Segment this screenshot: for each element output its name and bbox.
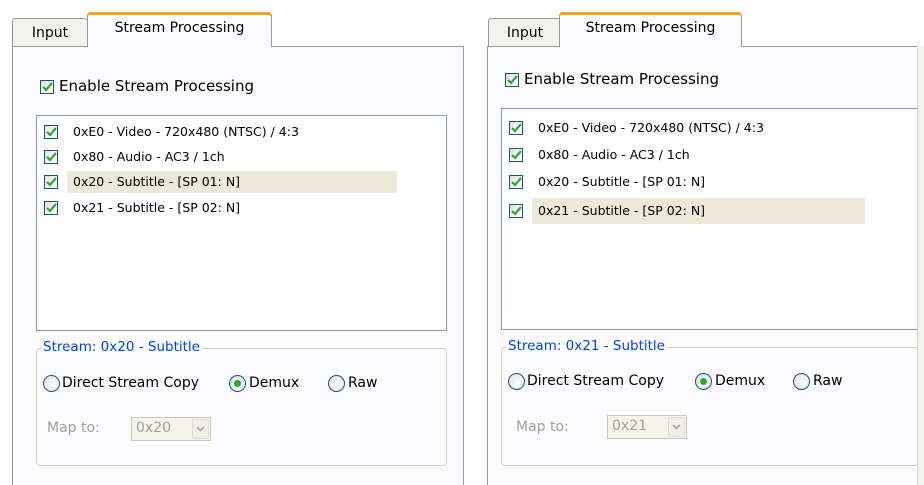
direct-stream-copy-label: Direct Stream Copy	[62, 375, 199, 391]
map-to-combobox[interactable]: 0x21	[607, 415, 687, 439]
checkmark-icon	[45, 203, 57, 213]
raw-radio[interactable]	[793, 373, 810, 390]
tab-input-label: Input	[31, 24, 69, 41]
stream-checkbox[interactable]	[509, 204, 523, 218]
list-item[interactable]: 0x20 - Subtitle - [SP 01: N]	[502, 171, 918, 193]
map-to-label: Map to:	[47, 420, 100, 436]
checkmark-icon	[510, 206, 522, 216]
map-to-label: Map to:	[516, 419, 569, 435]
enable-stream-processing-label: Enable Stream Processing	[524, 70, 719, 88]
tab-stream-processing-label: Stream Processing	[585, 20, 716, 36]
map-to-value: 0x21	[612, 418, 648, 434]
stream-label: 0x80 - Audio - AC3 / 1ch	[538, 147, 690, 162]
tab-input[interactable]: Input	[12, 18, 88, 46]
raw-label: Raw	[348, 375, 378, 391]
checkmark-icon	[41, 82, 53, 92]
stream-checkbox[interactable]	[44, 125, 58, 139]
window-edge	[917, 46, 924, 485]
list-item[interactable]: 0x80 - Audio - AC3 / 1ch	[37, 146, 446, 168]
stream-checkbox[interactable]	[509, 121, 523, 135]
list-item[interactable]: 0xE0 - Video - 720x480 (NTSC) / 4:3	[37, 121, 446, 143]
tab-page: Enable Stream Processing 0xE0 - Video - …	[487, 46, 919, 485]
stream-list[interactable]: 0xE0 - Video - 720x480 (NTSC) / 4:3 0x80…	[501, 108, 919, 330]
demux-radio[interactable]	[695, 373, 712, 390]
enable-stream-processing-label: Enable Stream Processing	[59, 77, 254, 95]
map-to-value: 0x20	[136, 420, 172, 436]
stream-list[interactable]: 0xE0 - Video - 720x480 (NTSC) / 4:3 0x80…	[36, 115, 447, 331]
tab-page: Enable Stream Processing 0xE0 - Video - …	[12, 46, 464, 485]
checkmark-icon	[510, 150, 522, 160]
tab-input-label: Input	[506, 24, 544, 41]
stream-panel-left: Input Stream Processing Enable Stream Pr…	[0, 0, 464, 485]
tab-input[interactable]: Input	[488, 18, 562, 46]
radio-selected-dot	[700, 378, 707, 385]
stream-checkbox[interactable]	[509, 175, 523, 189]
stream-label: 0xE0 - Video - 720x480 (NTSC) / 4:3	[538, 120, 764, 135]
list-item[interactable]: 0xE0 - Video - 720x480 (NTSC) / 4:3	[502, 117, 918, 139]
chevron-down-icon	[672, 424, 681, 430]
enable-stream-processing-checkbox[interactable]	[40, 80, 54, 94]
checkmark-icon	[510, 123, 522, 133]
stream-options-group: Stream: 0x20 - Subtitle Direct Stream Co…	[36, 339, 447, 466]
enable-stream-processing-checkbox[interactable]	[505, 73, 519, 87]
checkmark-icon	[506, 75, 518, 85]
checkmark-icon	[45, 127, 57, 137]
stream-label: 0x80 - Audio - AC3 / 1ch	[73, 149, 225, 164]
stream-label: 0x20 - Subtitle - [SP 01: N]	[538, 174, 706, 189]
demux-label: Demux	[715, 373, 766, 389]
raw-label: Raw	[813, 373, 843, 389]
stream-options-group: Stream: 0x21 - Subtitle Direct Stream Co…	[501, 338, 919, 466]
dropdown-button[interactable]	[668, 417, 685, 437]
direct-stream-copy-radio[interactable]	[43, 375, 60, 392]
direct-stream-copy-radio[interactable]	[508, 373, 525, 390]
checkmark-icon	[45, 152, 57, 162]
dropdown-button[interactable]	[192, 419, 209, 439]
chevron-down-icon	[196, 426, 205, 432]
stream-label: 0x21 - Subtitle - [SP 02: N]	[538, 203, 706, 218]
tab-stream-processing[interactable]: Stream Processing	[559, 12, 742, 47]
tab-stream-processing[interactable]: Stream Processing	[87, 12, 272, 47]
map-to-combobox[interactable]: 0x20	[131, 417, 211, 441]
direct-stream-copy-label: Direct Stream Copy	[527, 373, 664, 389]
stream-checkbox[interactable]	[44, 201, 58, 215]
stream-checkbox[interactable]	[44, 175, 58, 189]
list-item-selected[interactable]: 0x20 - Subtitle - [SP 01: N]	[37, 171, 446, 193]
raw-radio[interactable]	[328, 375, 345, 392]
stream-label: 0x21 - Subtitle - [SP 02: N]	[73, 200, 241, 215]
radio-selected-dot	[234, 380, 241, 387]
demux-radio[interactable]	[229, 375, 246, 392]
list-item[interactable]: 0x21 - Subtitle - [SP 02: N]	[37, 197, 446, 219]
stream-checkbox[interactable]	[44, 150, 58, 164]
stream-panel-right: Input Stream Processing Enable Stream Pr…	[482, 0, 924, 485]
tab-stream-processing-label: Stream Processing	[114, 20, 245, 36]
stream-label: 0xE0 - Video - 720x480 (NTSC) / 4:3	[73, 124, 299, 139]
checkmark-icon	[510, 177, 522, 187]
checkmark-icon	[45, 177, 57, 187]
list-item-selected[interactable]: 0x21 - Subtitle - [SP 02: N]	[502, 198, 918, 224]
demux-label: Demux	[249, 375, 300, 391]
stream-group-title: Stream: 0x20 - Subtitle	[41, 339, 202, 355]
stream-group-title: Stream: 0x21 - Subtitle	[506, 338, 667, 354]
stream-label: 0x20 - Subtitle - [SP 01: N]	[73, 174, 241, 189]
stream-checkbox[interactable]	[509, 148, 523, 162]
list-item[interactable]: 0x80 - Audio - AC3 / 1ch	[502, 144, 918, 166]
